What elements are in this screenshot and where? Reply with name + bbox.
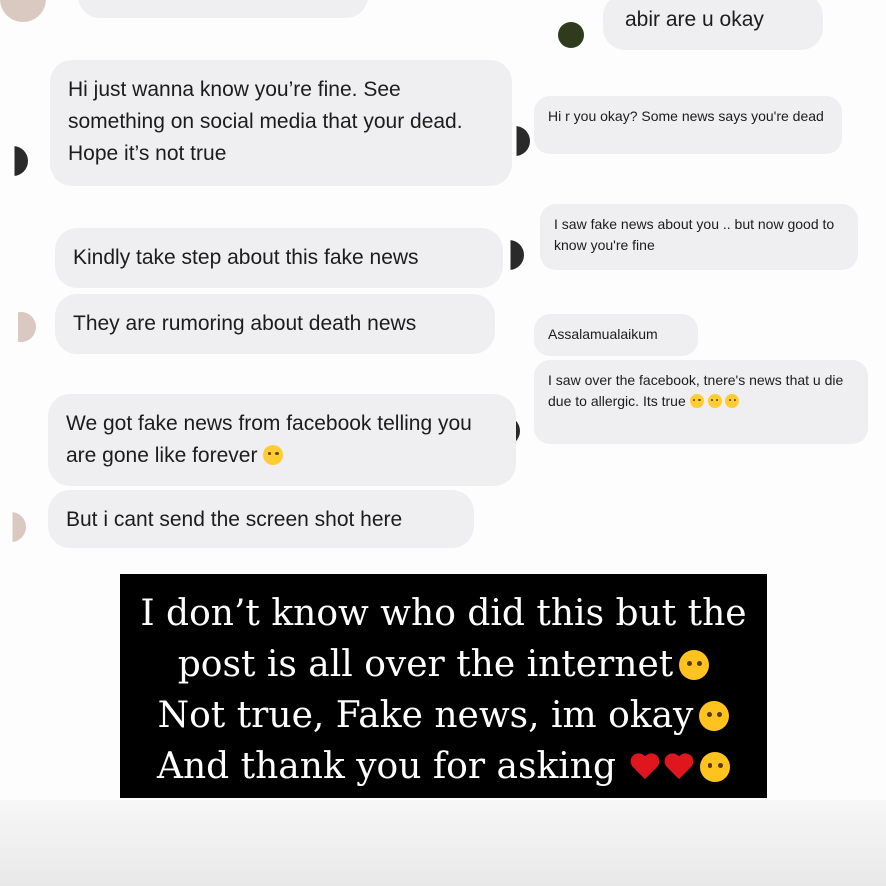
message-bubble-outgoing: abir are u okay bbox=[603, 0, 823, 50]
loudly-crying-face-icon bbox=[725, 394, 740, 408]
message-bubble-incoming: They are rumoring about death news bbox=[55, 294, 495, 354]
message-text: abir are u okay bbox=[625, 8, 764, 31]
message-bubble-incoming: Kindly take step about this fake news bbox=[55, 228, 503, 288]
message-text: I saw fake news about you .. but now goo… bbox=[554, 216, 835, 253]
message-bubble-incoming: We got fake news from facebook telling y… bbox=[48, 394, 516, 486]
caption-line: Not true, Fake news, im okay bbox=[120, 690, 767, 741]
caption-line: I don’t know who did this but the bbox=[140, 593, 747, 634]
smiling-face-with-hearts-icon bbox=[700, 752, 731, 782]
loudly-crying-face-icon bbox=[689, 394, 704, 408]
avatar-sender bbox=[12, 512, 26, 542]
message-bubble-incoming: But i cant send the screen shot here bbox=[48, 490, 474, 548]
message-bubble-outgoing: I saw fake news about you .. but now goo… bbox=[540, 204, 858, 270]
loudly-crying-face-icon bbox=[707, 394, 722, 408]
message-bubble-outgoing: Hi r you okay? Some news says you're dea… bbox=[534, 96, 842, 154]
avatar-sender bbox=[14, 146, 28, 176]
avatar-top bbox=[0, 0, 46, 22]
message-text: Kindly take step about this fake news bbox=[73, 246, 419, 269]
message-text: But i cant send the screen shot here bbox=[66, 508, 403, 531]
message-bubble-outgoing: I saw over the facebook, tnere's news th… bbox=[534, 360, 868, 444]
message-text: They are rumoring about death news bbox=[73, 312, 417, 335]
message-text: Hi r you okay? Some news says you're dea… bbox=[548, 108, 824, 124]
message-text: Hi just wanna know you’re fine. See some… bbox=[68, 78, 463, 165]
message-bubble-cutoff bbox=[78, 0, 368, 18]
screenshot: abir are u okay Hi r you okay? Some news… bbox=[0, 0, 886, 886]
pleading-face-icon bbox=[699, 701, 730, 731]
bottom-gradient bbox=[0, 800, 886, 886]
red-heart-icon bbox=[630, 754, 660, 782]
message-bubble-outgoing: Assalamualaikum bbox=[534, 314, 698, 356]
upside-down-face-icon bbox=[679, 650, 710, 680]
story-caption: I don’t know who did this but the post i… bbox=[120, 574, 767, 798]
avatar-sender bbox=[18, 312, 36, 342]
message-text: Assalamualaikum bbox=[548, 326, 658, 342]
message-bubble-incoming: Hi just wanna know you’re fine. See some… bbox=[50, 60, 512, 186]
caption-line: post is all over the internet bbox=[120, 639, 767, 690]
red-heart-icon bbox=[664, 754, 694, 782]
caption-line: And thank you for asking bbox=[120, 741, 767, 792]
loudly-crying-face-icon bbox=[263, 445, 284, 465]
avatar-abir bbox=[558, 22, 584, 48]
